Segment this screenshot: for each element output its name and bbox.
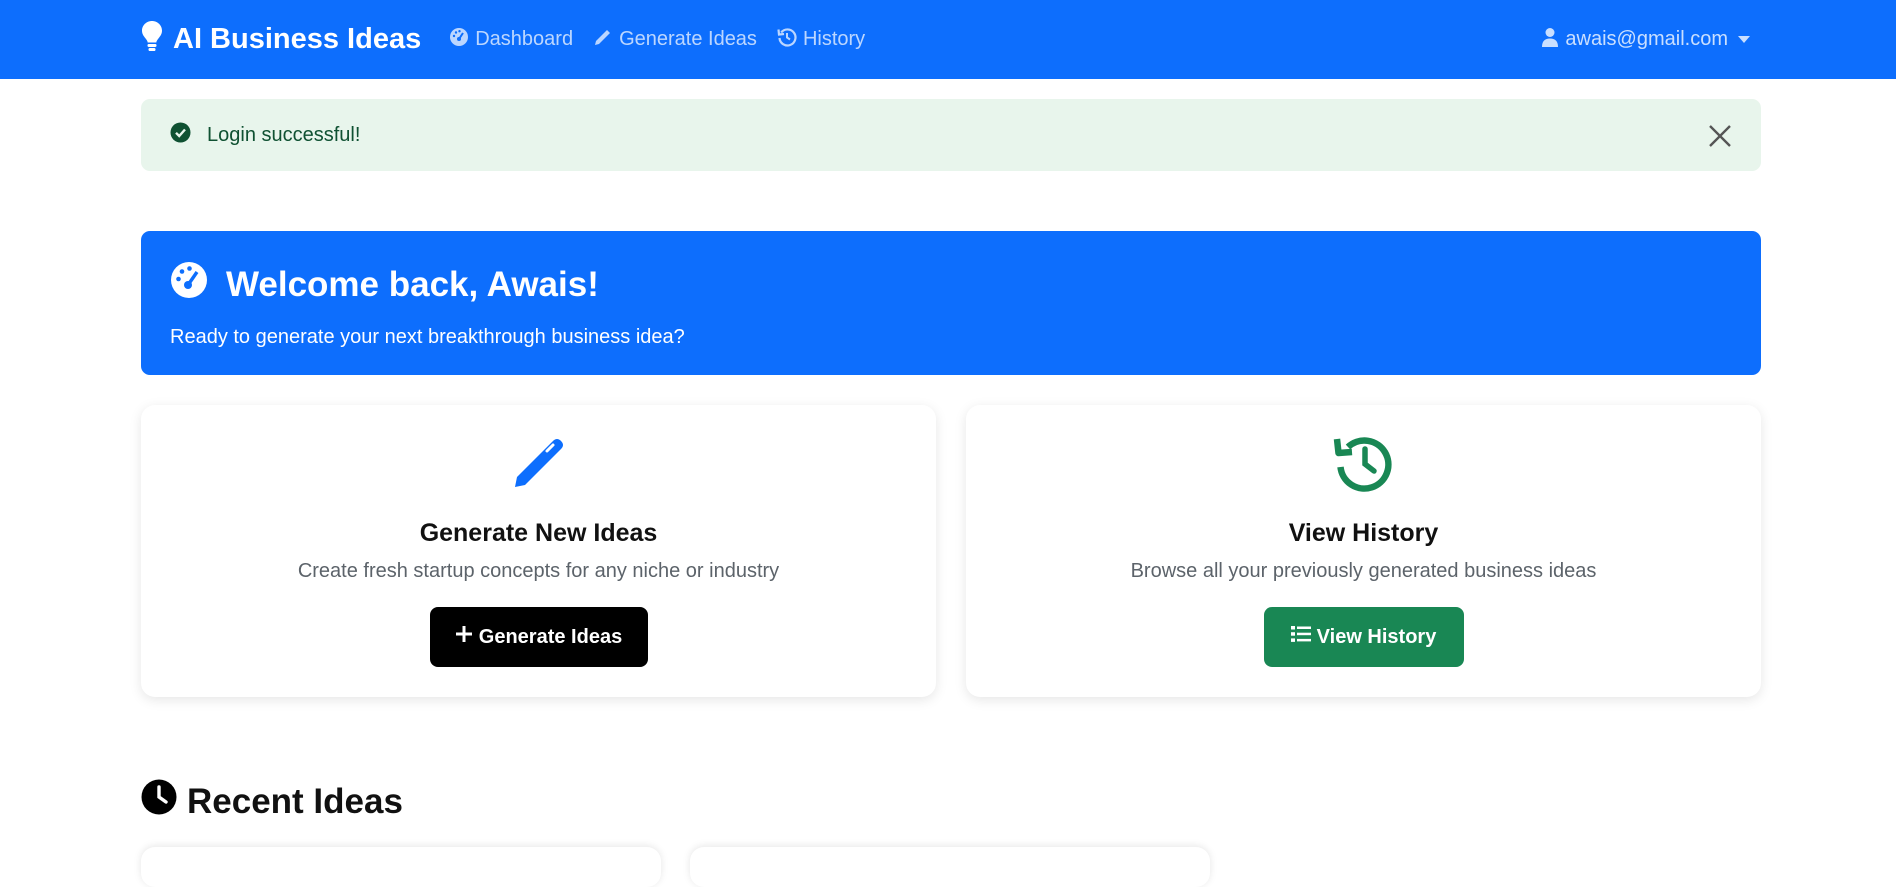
list-icon [1290,625,1317,649]
close-icon[interactable] [1707,123,1733,149]
card-description: Create fresh startup concepts for any ni… [297,560,780,582]
gauge-icon [449,27,475,53]
user-email: awais@gmail.com [1565,28,1728,50]
history-icon [777,27,803,53]
user-dropdown[interactable]: awais@gmail.com [1541,0,1750,79]
recent-idea-card[interactable] [690,847,1210,887]
view-history-card: View History Browse all your previously … [966,405,1761,697]
chevron-down-icon [1738,36,1750,43]
user-icon [1541,27,1565,53]
card-title: Generate New Ideas [419,519,658,547]
welcome-title: Welcome back, Awais! [226,264,599,304]
lightbulb-icon [141,20,173,60]
check-circle-icon [170,122,191,149]
pencil-icon [593,27,619,53]
top-navbar: AI Business Ideas Dashboard Generate Ide… [0,0,1896,79]
recent-ideas-title: Recent Ideas [187,781,403,821]
recent-ideas-heading: Recent Ideas [141,779,403,824]
success-alert: Login successful! [141,99,1761,171]
card-description: Browse all your previously generated bus… [1130,560,1597,582]
nav-dashboard-label: Dashboard [475,28,574,50]
welcome-banner: Welcome back, Awais! Ready to generate y… [141,231,1761,375]
recent-idea-card[interactable] [141,847,661,887]
pencil-icon [507,431,571,500]
gauge-icon [170,261,226,308]
nav-history[interactable]: History [777,27,865,53]
view-history-button-label: View History [1316,625,1437,648]
nav-generate-ideas-label: Generate Ideas [619,28,757,50]
generate-ideas-button-label: Generate Ideas [478,625,623,648]
history-icon [1332,431,1396,500]
brand-link[interactable]: AI Business Ideas [141,20,421,60]
card-title: View History [1288,519,1439,547]
view-history-button[interactable]: View History [1263,607,1464,667]
clock-icon [141,779,187,824]
nav-history-label: History [802,28,866,50]
brand-title: AI Business Ideas [173,23,422,55]
generate-ideas-button[interactable]: Generate Ideas [429,607,648,667]
plus-icon [455,625,479,649]
welcome-subtitle: Ready to generate your next breakthrough… [170,326,685,348]
alert-message: Login successful! [207,123,361,146]
nav-dashboard[interactable]: Dashboard [449,27,573,53]
generate-ideas-card: Generate New Ideas Create fresh startup … [141,405,936,697]
nav-generate-ideas[interactable]: Generate Ideas [593,27,757,53]
